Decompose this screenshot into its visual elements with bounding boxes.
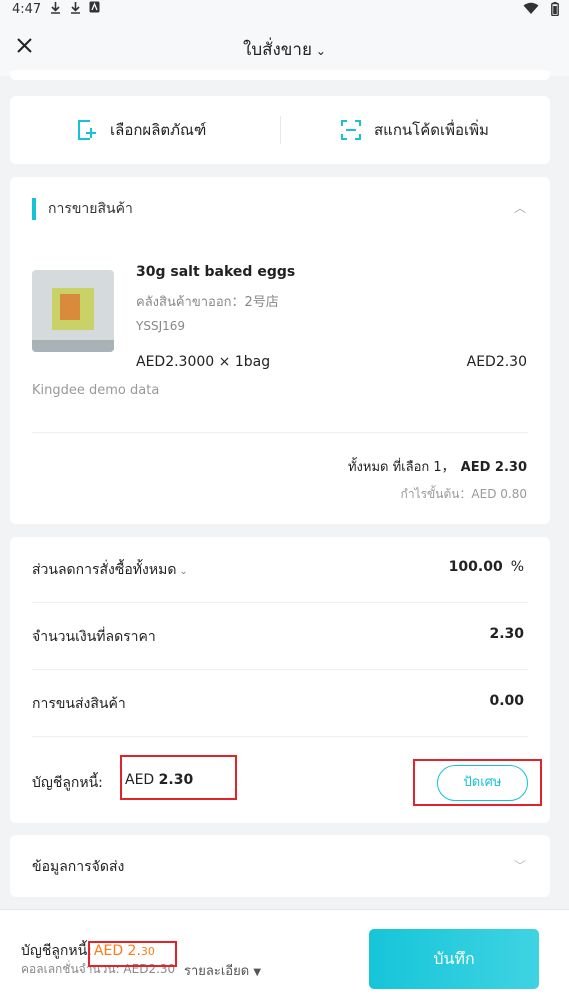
divider (32, 669, 528, 670)
product-amount: AED2.30 (466, 354, 527, 370)
discount-value[interactable]: 100.00% (449, 559, 524, 575)
section-accent-bar (32, 198, 36, 220)
app-icon (89, 1, 100, 13)
battery-icon (551, 2, 559, 16)
scan-icon (341, 120, 361, 140)
shipping-info-section[interactable]: ข้อมูลการจัดส่ง ﹀ (10, 835, 550, 897)
chevron-down-icon: ⌄ (179, 566, 188, 577)
demo-data-note: Kingdee demo data (32, 383, 160, 398)
chevron-up-icon[interactable]: ︿ (514, 199, 526, 216)
status-bar: 4:47 (0, 0, 569, 22)
page-title[interactable]: ใบสั่งขาย ⌄ (0, 36, 569, 63)
divider (32, 432, 528, 433)
product-image[interactable] (32, 270, 114, 352)
product-image-figure (60, 294, 80, 320)
caret-down-icon: ▼ (253, 967, 262, 978)
product-name[interactable]: 30g salt baked eggs (136, 264, 295, 280)
discount-label: ส่วนลดการสั่งซื้อทั้งหมด ⌄ (32, 559, 188, 581)
discounted-amount-label: จำนวนเงินที่ลดราคา (32, 629, 156, 645)
highlight-box (413, 759, 542, 806)
wifi-icon (523, 2, 539, 14)
add-product-actions: เลือกผลิตภัณฑ์ สแกนโค้ดเพื่อเพิ่ม (10, 96, 550, 164)
select-product-label: เลือกผลิตภัณฑ์ (110, 121, 207, 139)
save-button[interactable]: บันทึก (369, 929, 539, 989)
detail-label: รายละเอียด (184, 964, 250, 979)
discounted-amount-value: 2.30 (489, 626, 524, 642)
total-selected: ทั้งหมด ที่เลือก 1， AED 2.30 (348, 456, 527, 477)
select-product-button[interactable]: เลือกผลิตภัณฑ์ (76, 96, 206, 164)
gross-profit: กำไรขั้นต้น：AED 0.80 (400, 487, 527, 501)
divider (32, 602, 528, 603)
section-title: การขายสินค้า (48, 201, 133, 217)
footer-bar: บัญชีลูกหนี้: AED 2.30 คอลเลกชั่นจำนวน: A… (0, 909, 569, 1000)
shipping-info-label: ข้อมูลการจัดส่ง (32, 859, 125, 875)
product-price-qty: AED2.3000 × 1bag (136, 354, 271, 370)
discount-label-text: ส่วนลดการสั่งซื้อทั้งหมด (32, 562, 177, 578)
page-title-text: ใบสั่งขาย (243, 40, 312, 60)
product-warehouse: คลังสินค้าขาออก：2号店 (136, 295, 279, 310)
download-icon (71, 2, 80, 14)
total-selected-label: ทั้งหมด ที่เลือก 1， (347, 460, 455, 475)
product-code: YSSJ169 (136, 319, 186, 333)
receivable-label: บัญชีลูกหนี้: (32, 775, 103, 791)
total-selected-amount: AED 2.30 (460, 460, 527, 475)
scan-code-button[interactable]: สแกนโค้ดเพื่อเพิ่ม (340, 96, 489, 164)
divider (32, 736, 528, 737)
discount-unit: % (510, 559, 524, 575)
footer-receivable-label: บัญชีลูกหนี้: (21, 943, 92, 959)
highlight-box (88, 941, 177, 967)
highlight-box (120, 755, 237, 800)
product-image-base (32, 340, 114, 352)
shipping-fee-value[interactable]: 0.00 (489, 693, 524, 709)
shipping-fee-row[interactable]: การขนส่งสินค้า 0.00 (32, 671, 528, 737)
divider (280, 116, 281, 144)
sales-section: การขายสินค้า ︿ 30g salt baked eggs คลังส… (10, 177, 550, 524)
discount-number: 100.00 (448, 559, 503, 575)
app-header: ใบสั่งขาย ⌄ (0, 22, 569, 76)
previous-card-edge (10, 70, 550, 80)
shipping-fee-label: การขนส่งสินค้า (32, 696, 126, 712)
discounted-amount-row: จำนวนเงินที่ลดราคา 2.30 (32, 604, 528, 670)
chevron-down-icon: ﹀ (513, 859, 526, 873)
download-icon (51, 2, 60, 14)
discount-row[interactable]: ส่วนลดการสั่งซื้อทั้งหมด ⌄ 100.00% (32, 537, 528, 603)
section-header: การขายสินค้า (32, 198, 133, 220)
scan-code-label: สแกนโค้ดเพื่อเพิ่ม (374, 121, 489, 139)
add-product-icon (78, 120, 96, 140)
status-time: 4:47 (12, 2, 42, 17)
chevron-down-icon: ⌄ (315, 44, 326, 58)
detail-toggle[interactable]: รายละเอียด ▼ (184, 960, 261, 981)
